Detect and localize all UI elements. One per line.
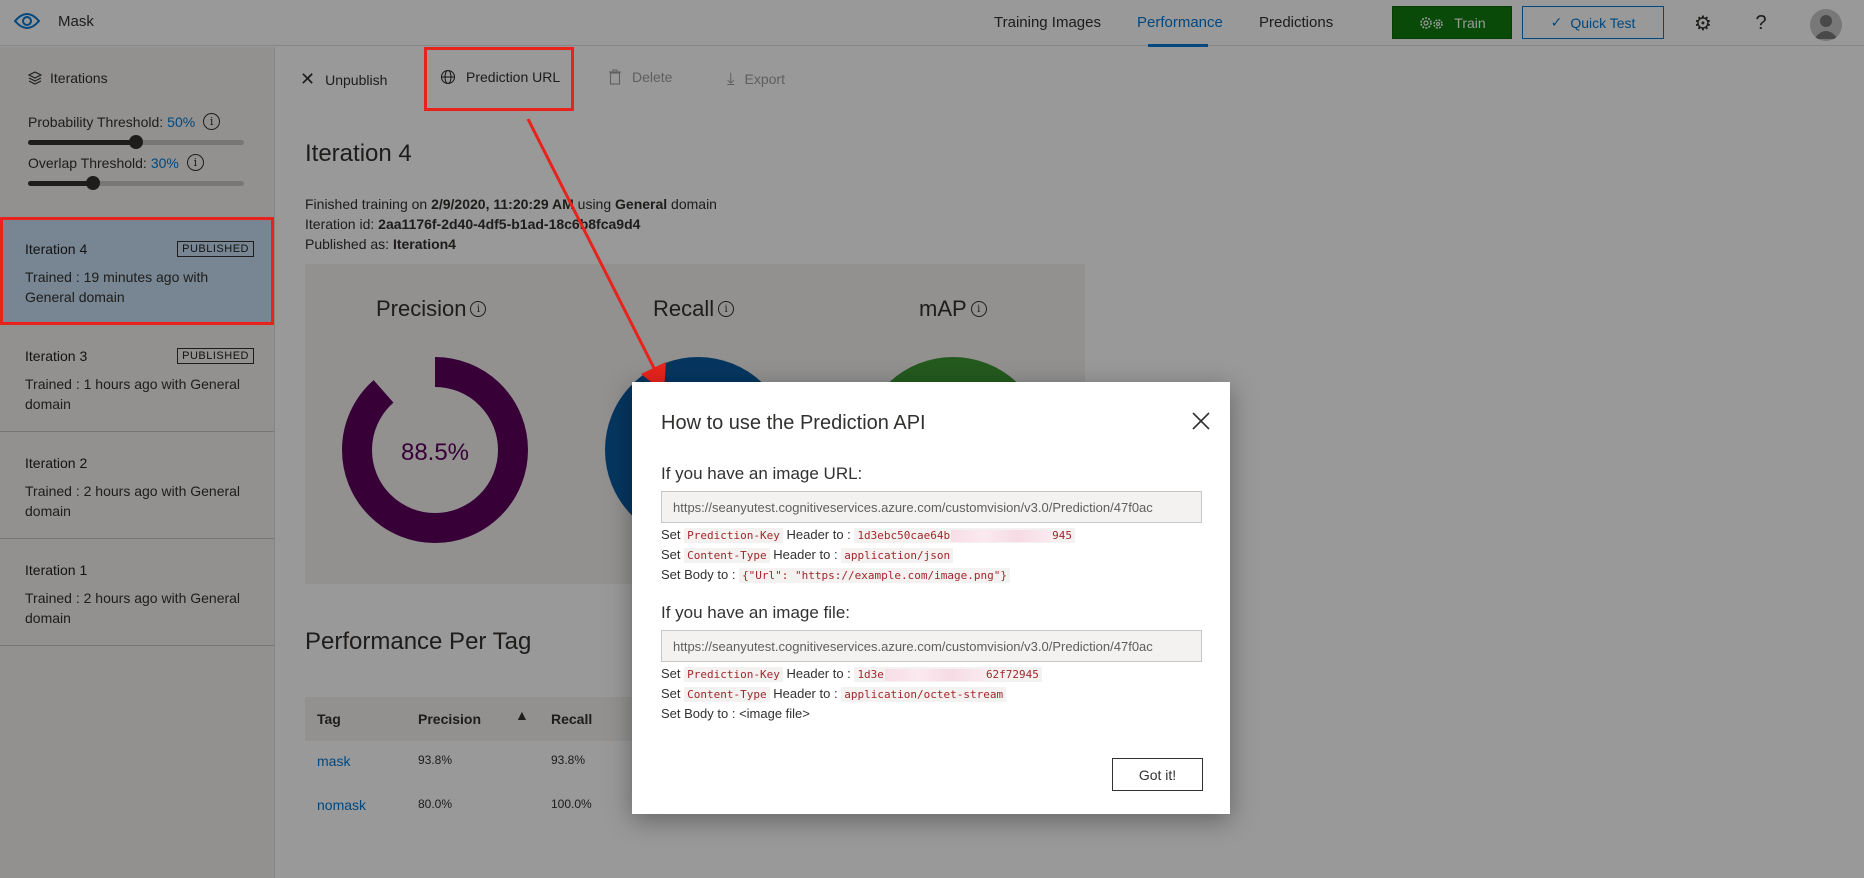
file-body-line: Set Body to : <image file> xyxy=(661,706,810,721)
content-type-value: application/octet-stream xyxy=(841,687,1007,702)
redacted-blur xyxy=(884,669,985,681)
key-start: 1d3e xyxy=(857,668,884,681)
content-type-value: application/json xyxy=(841,548,954,563)
header-name: Content-Type xyxy=(684,548,770,563)
line-text: Header to : xyxy=(773,686,838,701)
line-text: Set xyxy=(661,666,681,681)
line-text: Set xyxy=(661,686,681,701)
prediction-api-dialog: How to use the Prediction API If you hav… xyxy=(632,382,1230,814)
file-content-type-line: Set Content-Type Header to : application… xyxy=(661,686,1007,702)
url-section-heading: If you have an image URL: xyxy=(661,464,863,483)
header-name: Prediction-Key xyxy=(684,667,783,682)
header-name: Prediction-Key xyxy=(684,528,783,543)
redacted-blur xyxy=(951,530,1052,542)
file-prediction-key-line: Set Prediction-Key Header to : 1d3e 62f72… xyxy=(661,666,1042,682)
image-url-endpoint-field[interactable]: https://seanyutest.cognitiveservices.azu… xyxy=(661,491,1202,523)
line-text: Set xyxy=(661,547,681,562)
body-value: <image file> xyxy=(739,706,810,721)
url-body-line: Set Body to : {"Url": "https://example.c… xyxy=(661,567,1010,583)
header-name: Content-Type xyxy=(684,687,770,702)
file-section-heading: If you have an image file: xyxy=(661,603,851,622)
prediction-key-value[interactable]: 1d3e 62f72945 xyxy=(854,667,1042,682)
key-end: 945 xyxy=(1052,529,1073,542)
url-prediction-key-line: Set Prediction-Key Header to : 1d3ebc50c… xyxy=(661,527,1076,543)
line-text: Set Body to : xyxy=(661,567,736,582)
body-value: {"Url": "https://example.com/image.png"} xyxy=(739,568,1010,583)
line-text: Header to : xyxy=(786,666,851,681)
got-it-button[interactable]: Got it! xyxy=(1112,758,1203,791)
line-text: Set xyxy=(661,527,681,542)
prediction-key-value[interactable]: 1d3ebc50cae64b 945 xyxy=(854,528,1076,543)
key-end: 62f72945 xyxy=(985,668,1039,681)
line-text: Set Body to : xyxy=(661,706,736,721)
line-text: Header to : xyxy=(773,547,838,562)
url-content-type-line: Set Content-Type Header to : application… xyxy=(661,547,954,563)
image-file-endpoint-field[interactable]: https://seanyutest.cognitiveservices.azu… xyxy=(661,630,1202,662)
dialog-title: How to use the Prediction API xyxy=(661,412,926,434)
key-start: 1d3ebc50cae64b xyxy=(857,529,951,542)
close-icon[interactable] xyxy=(1190,410,1212,432)
line-text: Header to : xyxy=(786,527,851,542)
